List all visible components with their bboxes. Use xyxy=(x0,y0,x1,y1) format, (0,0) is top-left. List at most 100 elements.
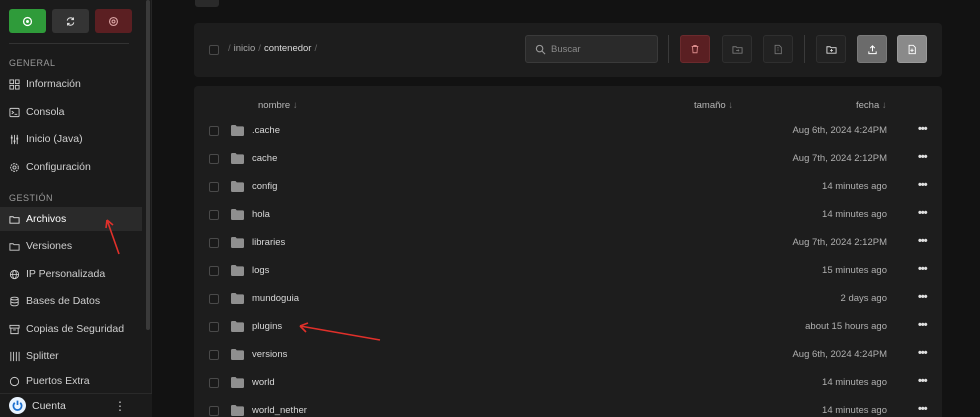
row-checkbox[interactable] xyxy=(209,154,219,164)
move-folder-button[interactable] xyxy=(722,35,752,63)
file-name[interactable]: hola xyxy=(252,209,270,220)
folder-icon xyxy=(231,265,244,276)
row-actions-icon[interactable]: ••• xyxy=(918,291,928,303)
upload-icon xyxy=(867,44,877,54)
breadcrumb-separator: / xyxy=(314,43,318,54)
search-icon xyxy=(535,44,546,54)
start-button[interactable] xyxy=(9,9,46,33)
folder-icon xyxy=(231,377,244,388)
table-row[interactable]: .cache Aug 6th, 2024 4:24PM ••• xyxy=(194,116,942,144)
row-actions-icon[interactable]: ••• xyxy=(918,403,928,415)
row-checkbox[interactable] xyxy=(209,322,219,332)
row-checkbox[interactable] xyxy=(209,378,219,388)
delete-button[interactable] xyxy=(680,35,710,63)
row-actions-icon[interactable]: ••• xyxy=(918,319,928,331)
table-row[interactable]: world_nether 14 minutes ago ••• xyxy=(194,396,942,417)
row-checkbox[interactable] xyxy=(209,210,219,220)
sidebar-item-label: Bases de Datos xyxy=(26,295,101,307)
table-row[interactable]: logs 15 minutes ago ••• xyxy=(194,256,942,284)
divider xyxy=(9,43,129,44)
row-checkbox[interactable] xyxy=(209,126,219,136)
column-header-label: tamaño xyxy=(694,100,726,111)
table-row[interactable]: versions Aug 6th, 2024 4:24PM ••• xyxy=(194,340,942,368)
new-file-button[interactable] xyxy=(897,35,927,63)
sidebar-item-label: Puertos Extra xyxy=(26,375,90,387)
restart-button[interactable] xyxy=(52,9,89,33)
row-actions-icon[interactable]: ••• xyxy=(918,375,928,387)
row-actions-icon[interactable]: ••• xyxy=(918,151,928,163)
file-name[interactable]: config xyxy=(252,181,277,192)
sidebar-item-puertos-extra[interactable]: Puertos Extra xyxy=(0,371,142,391)
file-name[interactable]: logs xyxy=(252,265,269,276)
stop-button[interactable] xyxy=(95,9,132,33)
column-header-nombre[interactable]: nombre ↓ xyxy=(258,100,298,111)
table-row[interactable]: mundoguia 2 days ago ••• xyxy=(194,284,942,312)
sidebar-item-informacion[interactable]: Información xyxy=(0,72,142,96)
select-all-checkbox[interactable] xyxy=(209,45,219,55)
sidebar-item-bases-de-datos[interactable]: Bases de Datos xyxy=(0,289,142,313)
table-row[interactable]: libraries Aug 7th, 2024 2:12PM ••• xyxy=(194,228,942,256)
table-row[interactable]: hola 14 minutes ago ••• xyxy=(194,200,942,228)
column-header-fecha[interactable]: fecha ↓ xyxy=(856,100,887,111)
row-actions-icon[interactable]: ••• xyxy=(918,179,928,191)
sidebar-item-splitter[interactable]: Splitter xyxy=(0,344,142,368)
table-row[interactable]: config 14 minutes ago ••• xyxy=(194,172,942,200)
sidebar-item-archivos[interactable]: Archivos xyxy=(0,207,142,231)
file-date: Aug 7th, 2024 2:12PM xyxy=(792,237,887,248)
row-actions-icon[interactable]: ••• xyxy=(918,235,928,247)
table-row[interactable]: plugins about 15 hours ago ••• xyxy=(194,312,942,340)
section-gestion-label: GESTIÓN xyxy=(9,193,54,203)
row-checkbox[interactable] xyxy=(209,406,219,416)
sidebar-item-configuracion[interactable]: Configuración xyxy=(0,155,142,179)
sidebar-item-consola[interactable]: Consola xyxy=(0,100,142,124)
top-tab-chip[interactable] xyxy=(195,0,219,7)
breadcrumb-item-inicio[interactable]: inicio xyxy=(234,43,256,54)
sidebar-footer-account[interactable]: Cuenta ⋮ xyxy=(0,393,152,417)
folder-plus-icon xyxy=(825,45,837,54)
row-checkbox[interactable] xyxy=(209,294,219,304)
column-header-tamano[interactable]: tamaño ↓ xyxy=(694,100,733,111)
sidebar-item-versiones[interactable]: Versiones xyxy=(0,234,142,258)
file-name[interactable]: mundoguia xyxy=(252,293,299,304)
power-icon xyxy=(22,16,33,26)
sidebar-item-ip-personalizada[interactable]: IP Personalizada xyxy=(0,262,142,286)
file-name[interactable]: .cache xyxy=(252,125,280,136)
row-actions-icon[interactable]: ••• xyxy=(918,123,928,135)
file-name[interactable]: world_nether xyxy=(252,405,307,416)
breadcrumb-item-contenedor[interactable]: contenedor xyxy=(264,43,312,54)
table-row[interactable]: world 14 minutes ago ••• xyxy=(194,368,942,396)
row-checkbox[interactable] xyxy=(209,182,219,192)
trash-icon xyxy=(691,45,699,54)
row-checkbox[interactable] xyxy=(209,266,219,276)
search-box[interactable] xyxy=(525,35,658,63)
row-actions-icon[interactable]: ••• xyxy=(918,263,928,275)
sidebar-scrollbar[interactable] xyxy=(146,0,150,330)
sidebar-item-label: Información xyxy=(26,78,81,90)
sidebar-item-inicio-java[interactable]: Inicio (Java) xyxy=(0,127,142,151)
sidebar-item-copias-de-seguridad[interactable]: Copias de Seguridad xyxy=(0,317,142,341)
row-checkbox[interactable] xyxy=(209,238,219,248)
file-name[interactable]: libraries xyxy=(252,237,285,248)
folder-icon xyxy=(231,405,244,416)
file-name[interactable]: cache xyxy=(252,153,277,164)
compress-button[interactable] xyxy=(763,35,793,63)
row-actions-icon[interactable]: ••• xyxy=(918,347,928,359)
file-name[interactable]: plugins xyxy=(252,321,282,332)
folder-icon xyxy=(231,237,244,248)
folder-icon xyxy=(231,181,244,192)
search-input[interactable] xyxy=(551,43,651,55)
row-checkbox[interactable] xyxy=(209,350,219,360)
row-actions-icon[interactable]: ••• xyxy=(918,207,928,219)
file-plus-icon xyxy=(908,44,916,54)
file-name[interactable]: versions xyxy=(252,349,287,360)
account-menu-icon[interactable]: ⋮ xyxy=(114,399,126,413)
restart-icon xyxy=(66,16,75,26)
table-row[interactable]: cache Aug 7th, 2024 2:12PM ••• xyxy=(194,144,942,172)
file-toolbar: / inicio / contenedor / xyxy=(194,23,942,77)
upload-button[interactable] xyxy=(857,35,887,63)
new-folder-button[interactable] xyxy=(816,35,846,63)
file-date: 14 minutes ago xyxy=(822,181,887,192)
file-name[interactable]: world xyxy=(252,377,275,388)
file-zip-icon xyxy=(774,44,782,54)
folder-icon xyxy=(231,209,244,220)
